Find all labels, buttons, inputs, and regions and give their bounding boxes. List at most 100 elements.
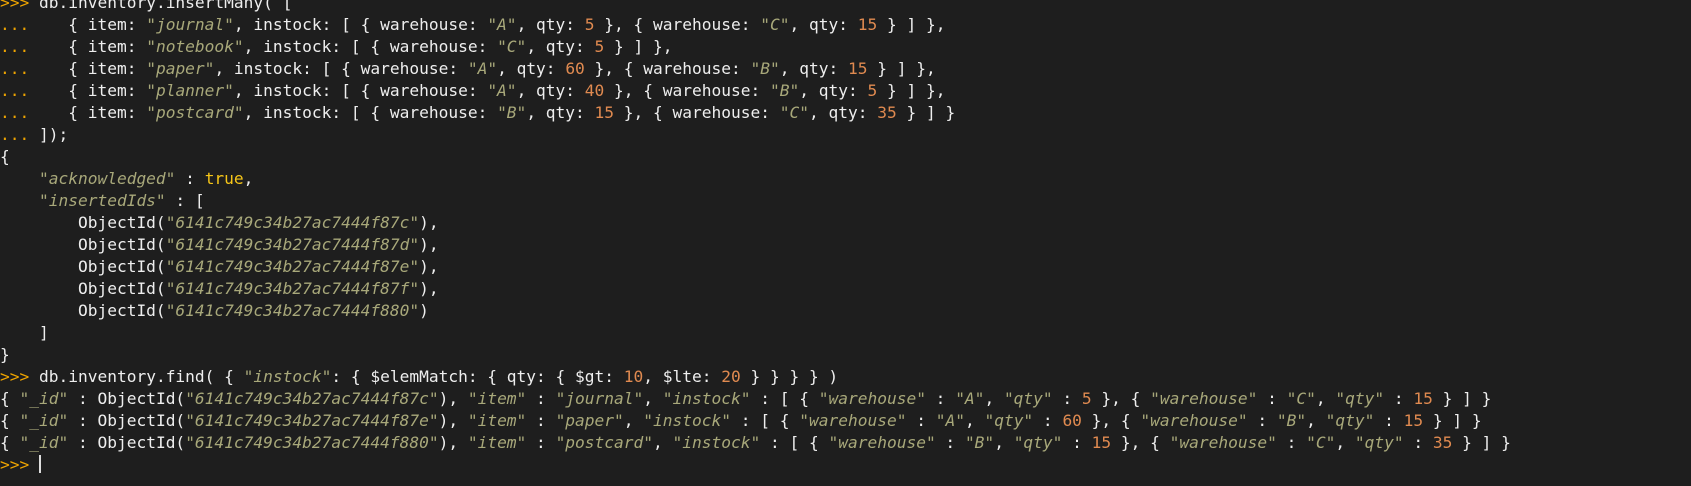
string-token: "postcard" <box>555 433 654 452</box>
code-text: : <box>1384 389 1414 408</box>
code-text: ), <box>419 235 439 254</box>
string-token: "6141c749c34b27ac7444f87e" <box>165 257 420 276</box>
number-token: 15 <box>1413 389 1433 408</box>
string-token: "_id" <box>19 433 69 452</box>
terminal-line: ... { item: "journal", instock: [ { ware… <box>0 14 1691 36</box>
string-token: "6141c749c34b27ac7444f87f" <box>165 279 420 298</box>
string-token: "C" <box>1306 433 1336 452</box>
code-text: : <box>1276 433 1307 452</box>
code-text: ), <box>419 257 439 276</box>
string-token: "paper" <box>555 411 624 430</box>
code-text: } ] }, <box>877 15 946 34</box>
code-text: , <box>1335 433 1355 452</box>
number-token: 35 <box>1432 433 1453 452</box>
string-token: "qty" <box>1335 389 1385 408</box>
string-token: "C" <box>760 15 790 34</box>
code-text: : <box>1033 411 1063 430</box>
code-text: } ] }, <box>877 81 946 100</box>
code-text: , instock: [ { warehouse: <box>243 103 498 122</box>
string-token: "qty" <box>1325 411 1375 430</box>
code-text: : <box>1374 411 1404 430</box>
string-token: "A" <box>467 59 498 78</box>
string-token: "acknowledged" <box>38 169 176 188</box>
terminal-line: { "_id" : ObjectId("6141c749c34b27ac7444… <box>0 388 1691 410</box>
string-token: "A" <box>935 411 965 430</box>
code-text: , qty: <box>526 37 595 56</box>
terminal-line: "insertedIds" : [ <box>0 190 1691 212</box>
terminal-line: ... { item: "postcard", instock: [ { war… <box>0 102 1691 124</box>
code-text: : <box>906 411 936 430</box>
terminal-line: ObjectId("6141c749c34b27ac7444f87d"), <box>0 234 1691 256</box>
terminal-line: { <box>0 146 1691 168</box>
code-text: : [ <box>165 191 205 210</box>
code-text: , instock: [ { warehouse: <box>214 59 468 78</box>
string-token: "notebook" <box>146 37 244 56</box>
string-token: "C" <box>1286 389 1316 408</box>
string-token: "warehouse" <box>1140 411 1248 430</box>
code-text: }, { <box>1111 433 1170 452</box>
terminal-line: "acknowledged" : true, <box>0 168 1691 190</box>
code-text: , qty: <box>516 15 585 34</box>
code-text: ] <box>0 323 49 342</box>
code-text: } ] } <box>1423 411 1482 430</box>
string-token: "warehouse" <box>818 389 926 408</box>
terminal-line: { "_id" : ObjectId("6141c749c34b27ac7444… <box>0 432 1691 454</box>
code-text: , <box>643 389 663 408</box>
code-text: : <box>935 433 965 452</box>
code-text: } ] } <box>896 103 956 122</box>
string-token: "warehouse" <box>1169 433 1277 452</box>
prompt-marker: ... <box>0 81 30 100</box>
code-text: ), <box>419 279 439 298</box>
code-text: ObjectId( <box>0 235 166 254</box>
code-text: , <box>243 169 254 188</box>
keyword-token: true <box>204 169 244 188</box>
terminal-line: >>> <box>0 454 1691 476</box>
string-token: "item" <box>467 389 527 408</box>
string-token: "item" <box>467 411 527 430</box>
code-text: ObjectId( <box>0 301 166 320</box>
number-token: 20 <box>721 367 741 386</box>
code-text: } ] } <box>1432 389 1492 408</box>
code-text: , qty: <box>497 59 566 78</box>
number-token: 5 <box>594 37 605 56</box>
string-token: "instock" <box>643 411 732 430</box>
string-token: "paper" <box>146 59 215 78</box>
string-token: "warehouse" <box>828 433 936 452</box>
code-text: , qty: <box>808 103 878 122</box>
code-text: }, { warehouse: <box>604 81 770 100</box>
terminal-line: ... { item: "planner", instock: [ { ware… <box>0 80 1691 102</box>
code-text: { item: <box>29 15 147 34</box>
code-text: : <box>526 411 556 430</box>
number-token: 5 <box>867 81 878 100</box>
code-text: , qty: <box>516 81 585 100</box>
code-text: , instock: [ { warehouse: <box>233 15 488 34</box>
code-text: : <box>1052 389 1082 408</box>
code-text: , <box>653 433 673 452</box>
code-text: ), <box>419 213 439 232</box>
string-token: "warehouse" <box>799 411 907 430</box>
code-text: : <box>925 389 956 408</box>
string-token: "qty" <box>1003 389 1053 408</box>
code-text: : <box>526 389 556 408</box>
code-text: , qty: <box>799 81 868 100</box>
terminal-line: ... ]); <box>0 124 1691 146</box>
string-token: "planner" <box>146 81 234 100</box>
code-text: , <box>984 389 1004 408</box>
code-text: , <box>1315 389 1336 408</box>
code-text: }, { <box>1091 389 1151 408</box>
code-text: { <box>0 147 10 166</box>
number-token: 60 <box>1062 411 1082 430</box>
code-text: : <box>1403 433 1433 452</box>
terminal-line: } <box>0 344 1691 366</box>
terminal-window[interactable]: >>> db.inventory.insertMany( [... { item… <box>0 0 1691 478</box>
number-token: 5 <box>584 15 595 34</box>
code-text: } ] }, <box>867 59 936 78</box>
code-text: db.inventory.find( { <box>29 367 244 386</box>
terminal-line: ObjectId("6141c749c34b27ac7444f880") <box>0 300 1691 322</box>
code-text: ), <box>438 433 468 452</box>
number-token: 5 <box>1081 389 1092 408</box>
text-cursor[interactable] <box>39 455 41 473</box>
string-token: "A" <box>487 15 517 34</box>
